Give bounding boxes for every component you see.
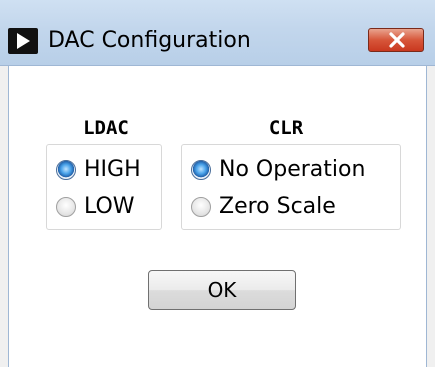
play-triangle-icon: [8, 28, 38, 54]
radio-button[interactable]: [56, 197, 76, 217]
ldac-group: HIGH LOW: [46, 144, 162, 230]
ok-button[interactable]: OK: [148, 270, 296, 310]
clr-no-operation-label: No Operation: [219, 157, 366, 182]
radio-button[interactable]: [191, 197, 211, 217]
clr-option-zero-scale[interactable]: Zero Scale: [191, 192, 336, 222]
clr-zero-scale-label: Zero Scale: [219, 194, 336, 219]
dialog-content: LDAC HIGH LOW CLR No Operation Zero Scal…: [8, 66, 427, 367]
ldac-group-title: LDAC: [83, 117, 129, 139]
clr-group-title: CLR: [268, 117, 304, 139]
radio-button-selected[interactable]: [56, 160, 76, 180]
title-bar[interactable]: DAC Configuration: [0, 0, 435, 66]
clr-option-no-operation[interactable]: No Operation: [191, 155, 365, 185]
radio-button-selected[interactable]: [191, 160, 211, 180]
window-title: DAC Configuration: [48, 28, 251, 53]
dialog-window: DAC Configuration LDAC HIGH LOW CLR No O: [0, 0, 435, 367]
ldac-high-label: HIGH: [84, 157, 141, 182]
clr-group: No Operation Zero Scale: [181, 144, 401, 230]
ldac-option-low[interactable]: LOW: [56, 192, 135, 222]
ldac-low-label: LOW: [84, 194, 135, 219]
close-x-icon: [389, 32, 405, 48]
close-button[interactable]: [368, 28, 424, 52]
ldac-option-high[interactable]: HIGH: [56, 155, 141, 185]
